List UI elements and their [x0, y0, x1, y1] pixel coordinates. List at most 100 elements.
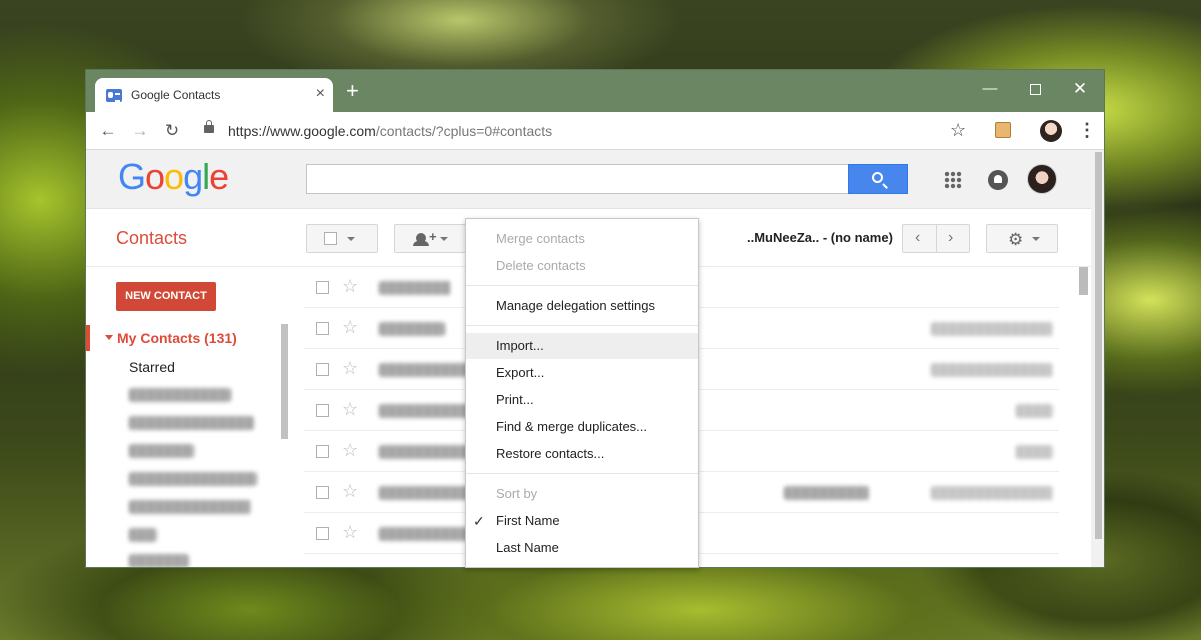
sidebar-group-blurred[interactable]: [129, 444, 194, 458]
logo-letter: e: [209, 156, 229, 197]
logo-letter: o: [164, 156, 184, 197]
sidebar-item-label: My Contacts (131): [117, 330, 237, 346]
back-arrow-icon[interactable]: ←: [98, 121, 118, 141]
menu-item-label: Last Name: [496, 540, 559, 555]
contact-detail-blurred: [931, 363, 1053, 377]
bookmark-star-icon[interactable]: ☆: [950, 120, 966, 141]
gear-icon: ⚙: [1008, 230, 1024, 249]
contact-name-blurred: [379, 404, 469, 418]
logo-letter: o: [145, 156, 165, 197]
row-checkbox[interactable]: [316, 527, 329, 540]
forward-arrow-icon[interactable]: →: [130, 121, 150, 141]
apps-grid-icon[interactable]: [944, 171, 962, 189]
new-contact-button[interactable]: NEW CONTACT: [116, 282, 216, 311]
menu-item-label: First Name: [496, 513, 560, 528]
menu-item-export[interactable]: Export...: [466, 360, 698, 386]
sidebar-group-blurred[interactable]: [129, 416, 254, 430]
row-checkbox[interactable]: [316, 281, 329, 294]
google-logo[interactable]: Google: [118, 156, 229, 198]
menu-item-delete-contacts: Delete contacts: [466, 253, 698, 279]
contact-detail-blurred: [931, 486, 1053, 500]
address-bar[interactable]: https://www.google.com/contacts/?cplus=0…: [228, 123, 552, 139]
contact-detail-blurred: [1016, 404, 1053, 418]
contact-email-blurred: [784, 486, 869, 500]
sidebar: NEW CONTACT My Contacts (131) Starred: [86, 267, 296, 567]
checkmark-icon: ✓: [473, 513, 485, 529]
current-contact-name: ..MuNeeZa.. - (no name): [747, 230, 893, 245]
row-checkbox[interactable]: [316, 486, 329, 499]
menu-item-manage-delegation[interactable]: Manage delegation settings: [466, 293, 698, 319]
select-dropdown-button[interactable]: [306, 224, 378, 253]
page-scrollbar-thumb[interactable]: [1095, 152, 1102, 539]
tab-google-contacts[interactable]: Google Contacts ×: [95, 78, 333, 112]
row-checkbox[interactable]: [316, 322, 329, 335]
previous-page-icon[interactable]: ‹: [915, 229, 920, 247]
logo-letter: G: [118, 156, 146, 197]
page-scrollbar[interactable]: [1091, 150, 1104, 567]
next-page-icon[interactable]: ›: [948, 229, 953, 247]
star-icon[interactable]: ☆: [342, 317, 358, 338]
notifications-icon[interactable]: [988, 170, 1008, 190]
maximize-button[interactable]: [1015, 75, 1055, 103]
browser-menu-icon[interactable]: ⋮: [1078, 118, 1096, 142]
list-scrollbar[interactable]: [1079, 267, 1088, 295]
star-icon[interactable]: ☆: [342, 399, 358, 420]
menu-item-label: Sort by: [496, 486, 538, 501]
new-tab-button[interactable]: +: [346, 80, 359, 102]
menu-item-label: Print...: [496, 392, 534, 407]
menu-divider: [466, 325, 698, 326]
menu-item-sort-first-name[interactable]: ✓ First Name: [466, 508, 698, 534]
search-input[interactable]: [306, 164, 849, 194]
search-button[interactable]: [848, 164, 908, 194]
profile-avatar-icon[interactable]: [1040, 120, 1062, 142]
star-icon[interactable]: ☆: [342, 358, 358, 379]
menu-item-find-merge-duplicates[interactable]: Find & merge duplicates...: [466, 414, 698, 440]
menu-item-merge-contacts: Merge contacts: [466, 226, 698, 252]
sidebar-item-starred[interactable]: Starred: [129, 359, 175, 375]
minimize-button[interactable]: —: [970, 75, 1010, 103]
contact-detail-blurred: [931, 322, 1053, 336]
reload-icon[interactable]: ↻: [162, 121, 182, 141]
divider: [936, 225, 937, 252]
menu-item-import[interactable]: Import...: [466, 333, 698, 359]
pager: ‹ ›: [902, 224, 970, 253]
sidebar-group-blurred[interactable]: [129, 500, 251, 514]
row-checkbox[interactable]: [316, 445, 329, 458]
contact-detail-blurred: [1016, 445, 1053, 459]
menu-item-restore-contacts[interactable]: Restore contacts...: [466, 441, 698, 467]
logo-letter: g: [183, 156, 203, 197]
sidebar-item-my-contacts[interactable]: My Contacts (131): [86, 325, 286, 351]
menu-item-sort-last-name[interactable]: Last Name: [466, 535, 698, 561]
expand-triangle-icon[interactable]: [105, 335, 113, 340]
title-bar: Google Contacts × + — ✕: [86, 70, 1104, 112]
add-to-group-button[interactable]: +: [394, 224, 470, 253]
contact-name-blurred: [379, 363, 469, 377]
more-actions-button[interactable]: ⚙: [986, 224, 1058, 253]
sidebar-scrollbar[interactable]: [281, 324, 288, 439]
row-checkbox[interactable]: [316, 363, 329, 376]
extension-icon[interactable]: [995, 122, 1011, 138]
tab-close-icon[interactable]: ×: [316, 85, 325, 103]
chevron-down-icon: [1032, 237, 1040, 241]
star-icon[interactable]: ☆: [342, 522, 358, 543]
star-icon[interactable]: ☆: [342, 481, 358, 502]
row-checkbox[interactable]: [316, 404, 329, 417]
page-title: Contacts: [116, 228, 188, 248]
menu-heading-sort-by: Sort by: [466, 481, 698, 507]
sidebar-group-blurred[interactable]: [129, 528, 157, 542]
select-all-checkbox: [324, 232, 337, 245]
star-icon[interactable]: ☆: [342, 440, 358, 461]
star-icon[interactable]: ☆: [342, 276, 358, 297]
sidebar-group-blurred[interactable]: [129, 472, 257, 486]
account-avatar[interactable]: [1027, 164, 1057, 194]
sidebar-group-blurred[interactable]: [129, 554, 189, 567]
contact-name-blurred: [379, 281, 451, 295]
menu-item-label: Merge contacts: [496, 231, 585, 246]
more-actions-menu: Merge contacts Delete contacts Manage de…: [465, 218, 699, 568]
contact-name-blurred: [379, 322, 445, 336]
google-header: Google: [86, 150, 1091, 209]
maximize-icon: [1029, 83, 1041, 95]
sidebar-group-blurred[interactable]: [129, 388, 231, 402]
menu-item-print[interactable]: Print...: [466, 387, 698, 413]
close-window-button[interactable]: ✕: [1060, 75, 1100, 103]
